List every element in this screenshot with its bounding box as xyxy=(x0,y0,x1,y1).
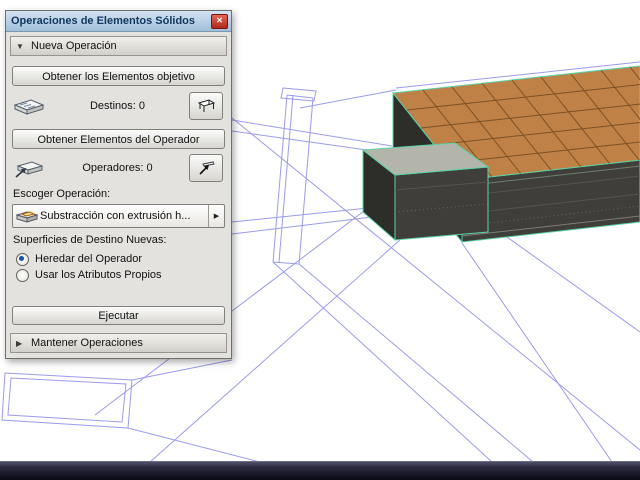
section-keep-operations-label: Mantener Operaciones xyxy=(31,337,143,349)
operator-elements-icon xyxy=(14,158,46,178)
get-target-elements-button[interactable]: Obtener los Elementos objetivo xyxy=(12,66,225,86)
radio-button-icon[interactable] xyxy=(16,252,29,266)
arrow-pick-icon xyxy=(198,161,215,175)
operation-dropdown-value: Substracción con extrusión h... xyxy=(40,210,191,222)
app-window: Operaciones de Elementos Sólidos ✕ ▼ Nue… xyxy=(0,0,640,480)
targets-row: Destinos: 0 xyxy=(14,91,223,120)
dialog-bottom-padding xyxy=(6,353,231,358)
collapse-triangle-down-icon: ▼ xyxy=(16,41,24,51)
dialog-title: Operaciones de Elementos Sólidos xyxy=(11,15,195,27)
solid-operations-dialog: Operaciones de Elementos Sólidos ✕ ▼ Nue… xyxy=(5,10,232,359)
operators-row: Operadores: 0 xyxy=(14,154,223,182)
radio-inherit-operator-label: Heredar del Operador xyxy=(35,253,143,265)
section-new-operation-label: Nueva Operación xyxy=(31,40,117,52)
radio-use-own-attributes-label: Usar los Atributos Propios xyxy=(35,269,162,281)
radio-use-own-attributes[interactable]: Usar los Atributos Propios xyxy=(16,268,221,282)
get-operator-elements-button[interactable]: Obtener Elementos del Operador xyxy=(12,129,225,149)
collapse-triangle-right-icon: ▶ xyxy=(16,338,23,348)
pick-target-button[interactable] xyxy=(189,91,223,120)
table-pick-icon xyxy=(197,98,215,112)
execute-button[interactable]: Ejecutar xyxy=(12,306,225,325)
target-elements-icon xyxy=(14,96,46,116)
dropdown-menu-arrow-icon[interactable]: ▶ xyxy=(208,205,224,227)
section-keep-operations[interactable]: ▶ Mantener Operaciones xyxy=(10,333,227,353)
pick-operator-button[interactable] xyxy=(189,154,223,182)
operation-dropdown[interactable]: Substracción con extrusión h... ▶ xyxy=(12,204,225,228)
radio-inherit-operator[interactable]: Heredar del Operador xyxy=(16,252,221,266)
operators-count: Operadores: 0 xyxy=(82,162,153,174)
bottom-bar xyxy=(0,461,640,480)
dialog-titlebar[interactable]: Operaciones de Elementos Sólidos ✕ xyxy=(6,11,231,32)
new-target-surfaces-label: Superficies de Destino Nuevas: xyxy=(13,234,167,246)
close-button[interactable]: ✕ xyxy=(211,13,228,29)
choose-operation-label: Escoger Operación: xyxy=(13,188,111,200)
solid-slab-model[interactable] xyxy=(361,65,640,244)
section-new-operation[interactable]: ▼ Nueva Operación xyxy=(10,36,227,56)
targets-count: Destinos: 0 xyxy=(89,99,146,112)
radio-button-icon[interactable] xyxy=(16,268,29,282)
step-front-face xyxy=(394,166,489,241)
subtraction-operation-icon xyxy=(13,208,40,224)
